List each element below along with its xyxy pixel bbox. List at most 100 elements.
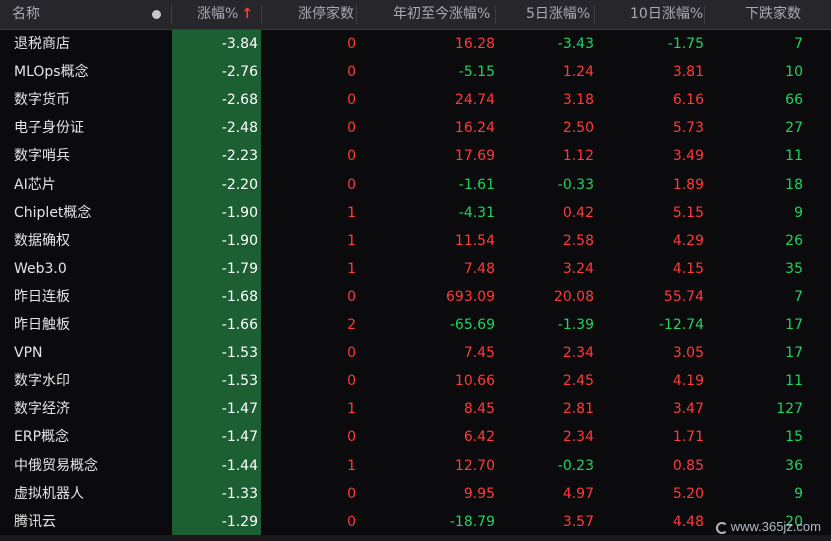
column-divider[interactable] bbox=[171, 5, 172, 24]
row-down-count: 7 bbox=[794, 36, 803, 52]
header-down-count[interactable]: 下跌家数 bbox=[745, 0, 801, 29]
table-row[interactable]: ERP概念 -1.47 0 6.42 2.34 1.71 15 bbox=[0, 423, 831, 452]
row-ytd-change: -1.61 bbox=[458, 176, 495, 193]
row-5d-change: -1.39 bbox=[557, 317, 594, 333]
row-pct: -1.44 bbox=[172, 451, 261, 480]
row-name: 昨日连板 bbox=[14, 288, 70, 305]
table-row[interactable]: 数据确权 -1.90 1 11.54 2.58 4.29 26 bbox=[0, 226, 831, 255]
table-row[interactable]: 数字水印 -1.53 0 10.66 2.45 4.19 11 bbox=[0, 367, 831, 396]
table-row[interactable]: AI芯片 -2.20 0 -1.61 -0.33 1.89 18 bbox=[0, 170, 831, 199]
row-name: 昨日触板 bbox=[14, 317, 70, 333]
row-pct: -1.68 bbox=[172, 282, 261, 311]
column-divider[interactable] bbox=[704, 5, 705, 24]
table-row[interactable]: 数字货币 -2.68 0 24.74 3.18 6.16 66 bbox=[0, 86, 831, 115]
column-divider[interactable] bbox=[356, 5, 357, 24]
row-ytd-change: 16.24 bbox=[454, 120, 495, 137]
row-pct: -3.84 bbox=[172, 30, 261, 58]
row-name: 数字水印 bbox=[14, 373, 70, 390]
row-10d-change: 55.74 bbox=[663, 288, 704, 305]
row-down-count: 11 bbox=[785, 373, 803, 390]
row-pct: -2.48 bbox=[172, 114, 261, 143]
table-row[interactable]: 昨日连板 -1.68 0 693.09 20.08 55.74 7 bbox=[0, 282, 831, 311]
header-limit-up[interactable]: 涨停家数 bbox=[298, 0, 354, 29]
table-row[interactable]: 中俄贸易概念 -1.44 1 12.70 -0.23 0.85 36 bbox=[0, 451, 831, 480]
row-5d-change: 20.08 bbox=[553, 288, 594, 305]
header-10d[interactable]: 10日涨幅% bbox=[630, 0, 703, 29]
row-down-count: 17 bbox=[785, 317, 803, 333]
row-limit-up-count: 1 bbox=[347, 204, 356, 221]
row-limit-up-count: 1 bbox=[347, 457, 356, 474]
table-row[interactable]: 数字经济 -1.47 1 8.45 2.81 3.47 127 bbox=[0, 395, 831, 424]
row-limit-up-count: 1 bbox=[347, 260, 356, 277]
table-row[interactable]: 虚拟机器人 -1.33 0 9.95 4.97 5.20 9 bbox=[0, 479, 831, 508]
row-pct: -1.90 bbox=[172, 226, 261, 255]
sort-arrow-icon: ↑ bbox=[241, 6, 254, 22]
table-row[interactable]: 腾讯云 -1.29 0 -18.79 3.57 4.48 20 bbox=[0, 507, 831, 536]
row-name: 数字经济 bbox=[14, 401, 70, 418]
row-10d-change: 6.16 bbox=[672, 92, 704, 109]
row-down-count: 18 bbox=[785, 176, 803, 193]
horizontal-scrollbar[interactable] bbox=[0, 535, 831, 541]
row-5d-change: 2.58 bbox=[562, 232, 594, 249]
header-pct[interactable]: 涨幅% ↑ bbox=[197, 0, 253, 29]
table-row[interactable]: 昨日触板 -1.66 2 -65.69 -1.39 -12.74 17 bbox=[0, 311, 831, 339]
row-10d-change: 4.19 bbox=[672, 373, 704, 390]
header-name[interactable]: 名称 bbox=[12, 0, 40, 29]
row-ytd-change: -5.15 bbox=[458, 64, 495, 81]
column-divider[interactable] bbox=[495, 5, 496, 24]
row-limit-up-count: 0 bbox=[347, 92, 356, 109]
row-ytd-change: 12.70 bbox=[454, 457, 495, 474]
row-10d-change: 5.73 bbox=[672, 120, 704, 137]
row-ytd-change: 6.42 bbox=[463, 429, 495, 446]
row-limit-up-count: 0 bbox=[347, 373, 356, 390]
row-name: Chiplet概念 bbox=[14, 204, 92, 221]
row-limit-up-count: 0 bbox=[347, 36, 356, 52]
row-10d-change: 3.47 bbox=[672, 401, 704, 418]
row-limit-up-count: 1 bbox=[347, 232, 356, 249]
row-limit-up-count: 0 bbox=[347, 64, 356, 81]
header-5d[interactable]: 5日涨幅% bbox=[526, 0, 590, 29]
column-divider[interactable] bbox=[261, 5, 262, 24]
row-limit-up-count: 0 bbox=[347, 485, 356, 502]
row-5d-change: 1.24 bbox=[562, 64, 594, 81]
row-down-count: 36 bbox=[785, 457, 803, 474]
row-down-count: 66 bbox=[785, 92, 803, 109]
row-name: 虚拟机器人 bbox=[14, 485, 84, 502]
row-name: 退税商店 bbox=[14, 36, 70, 52]
row-5d-change: 2.34 bbox=[562, 429, 594, 446]
row-5d-change: 2.81 bbox=[562, 401, 594, 418]
row-pct: -2.20 bbox=[172, 170, 261, 199]
row-ytd-change: 8.45 bbox=[463, 401, 495, 418]
row-name: Web3.0 bbox=[14, 260, 67, 277]
row-name: 数据确权 bbox=[14, 232, 70, 249]
row-ytd-change: -18.79 bbox=[449, 513, 495, 530]
row-ytd-change: 693.09 bbox=[446, 288, 495, 305]
row-name: 数字哨兵 bbox=[14, 148, 70, 165]
row-ytd-change: -4.31 bbox=[458, 204, 495, 221]
header-ytd[interactable]: 年初至今涨幅% bbox=[393, 0, 490, 29]
row-ytd-change: 11.54 bbox=[454, 232, 495, 249]
row-down-count: 27 bbox=[785, 120, 803, 137]
row-limit-up-count: 0 bbox=[347, 345, 356, 362]
row-5d-change: 3.18 bbox=[562, 92, 594, 109]
row-limit-up-count: 0 bbox=[347, 148, 356, 165]
row-pct: -1.90 bbox=[172, 198, 261, 227]
row-pct: -1.66 bbox=[172, 311, 261, 339]
table-row[interactable]: MLOps概念 -2.76 0 -5.15 1.24 3.81 10 bbox=[0, 58, 831, 87]
table-row[interactable]: 数字哨兵 -2.23 0 17.69 1.12 3.49 11 bbox=[0, 142, 831, 171]
row-down-count: 11 bbox=[785, 148, 803, 165]
row-5d-change: 2.50 bbox=[562, 120, 594, 137]
dot-icon[interactable] bbox=[152, 0, 161, 29]
table-row[interactable]: Chiplet概念 -1.90 1 -4.31 0.42 5.15 9 bbox=[0, 198, 831, 227]
column-divider[interactable] bbox=[594, 5, 595, 24]
table-row[interactable]: Web3.0 -1.79 1 7.48 3.24 4.15 35 bbox=[0, 254, 831, 283]
row-limit-up-count: 0 bbox=[347, 288, 356, 305]
row-pct: -1.33 bbox=[172, 479, 261, 508]
row-5d-change: -3.43 bbox=[557, 36, 594, 52]
table-row[interactable]: 退税商店 -3.84 0 16.28 -3.43 -1.75 7 bbox=[0, 30, 831, 58]
row-name: AI芯片 bbox=[14, 176, 56, 193]
table-row[interactable]: 电子身份证 -2.48 0 16.24 2.50 5.73 27 bbox=[0, 114, 831, 143]
row-5d-change: 2.45 bbox=[562, 373, 594, 390]
table-row[interactable]: VPN -1.53 0 7.45 2.34 3.05 17 bbox=[0, 339, 831, 368]
row-ytd-change: 24.74 bbox=[454, 92, 495, 109]
